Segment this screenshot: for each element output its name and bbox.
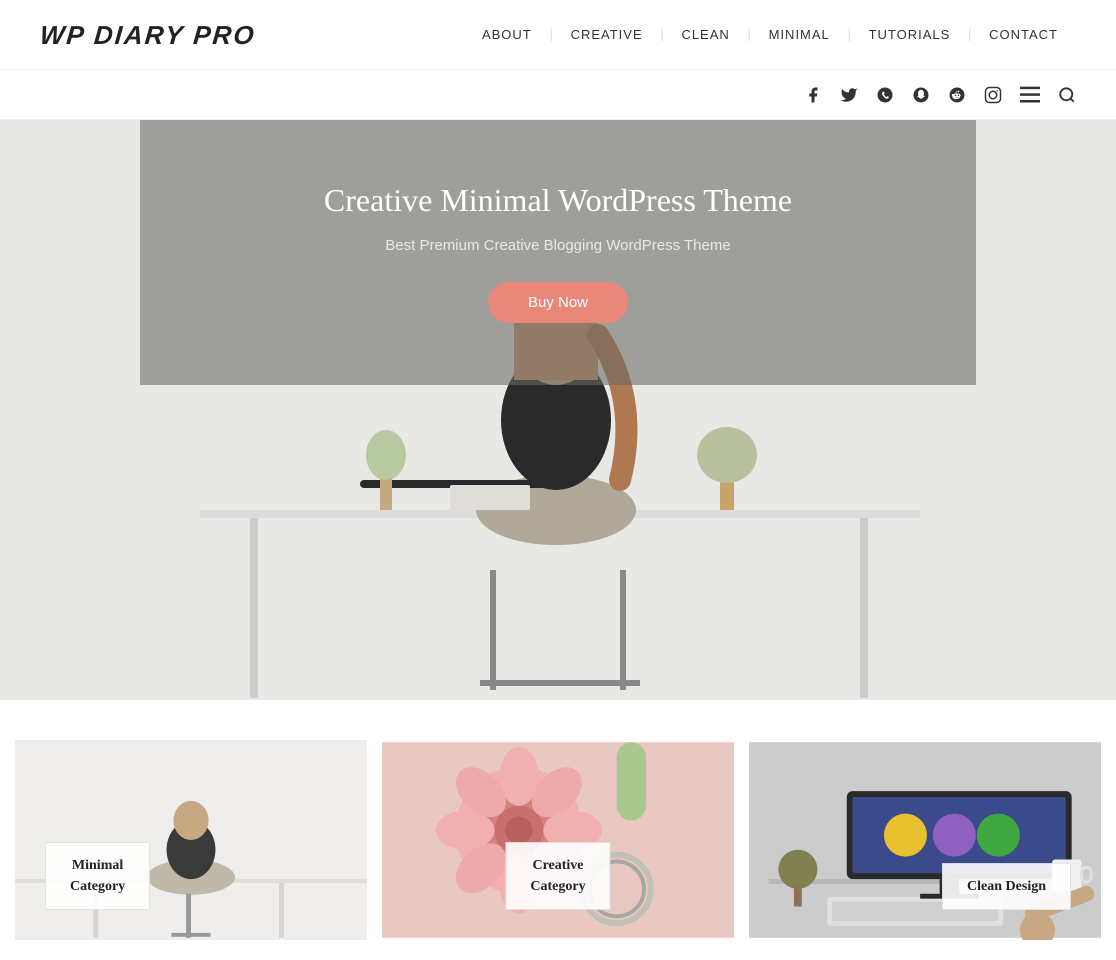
card-creative[interactable]: Creative Category [382, 740, 734, 940]
minimal-card-image [15, 740, 367, 940]
card-clean[interactable]: Clean Design [749, 740, 1101, 940]
social-bar:  [0, 70, 1116, 120]
hero-subtitle: Best Premium Creative Blogging WordPress… [385, 237, 730, 254]
creative-card-image [382, 740, 734, 940]
instagram-icon[interactable] [984, 86, 1002, 104]
site-logo[interactable]: WP DIARY PRO [40, 19, 256, 51]
whatsapp-icon[interactable] [876, 86, 894, 104]
hero-content: Creative Minimal WordPress Theme Best Pr… [140, 120, 976, 385]
minimal-card-label: Minimal Category [45, 842, 150, 910]
main-nav: ABOUT | CREATIVE | CLEAN | MINIMAL | TUT… [464, 27, 1076, 43]
cards-section: Minimal Category [0, 700, 1116, 960]
buy-now-button[interactable]: Buy Now [488, 282, 628, 323]
facebook-icon[interactable] [804, 86, 822, 104]
nav-item-creative[interactable]: CREATIVE [553, 27, 661, 42]
clean-card-image [749, 740, 1101, 940]
card-minimal[interactable]: Minimal Category [15, 740, 367, 940]
nav-item-contact[interactable]: CONTACT [971, 27, 1076, 42]
nav-item-minimal[interactable]: MINIMAL [751, 27, 848, 42]
nav-item-about[interactable]: ABOUT [464, 27, 550, 42]
creative-card-label: Creative Category [505, 842, 610, 910]
cards-row: Minimal Category [15, 740, 1101, 940]
site-header: WP DIARY PRO ABOUT | CREATIVE | CLEAN | … [0, 0, 1116, 70]
reddit-icon[interactable] [948, 86, 966, 104]
menu-icon[interactable] [1020, 86, 1040, 104]
nav-item-tutorials[interactable]: TUTORIALS [851, 27, 969, 42]
nav-item-clean[interactable]: CLEAN [663, 27, 747, 42]
twitter-icon[interactable] [840, 86, 858, 104]
search-icon[interactable] [1058, 86, 1076, 104]
clean-card-label: Clean Design [942, 863, 1071, 910]
hero-title: Creative Minimal WordPress Theme [324, 182, 792, 219]
hero-section: Creative Minimal WordPress Theme Best Pr… [0, 120, 1116, 700]
snapchat-icon[interactable] [912, 86, 930, 104]
